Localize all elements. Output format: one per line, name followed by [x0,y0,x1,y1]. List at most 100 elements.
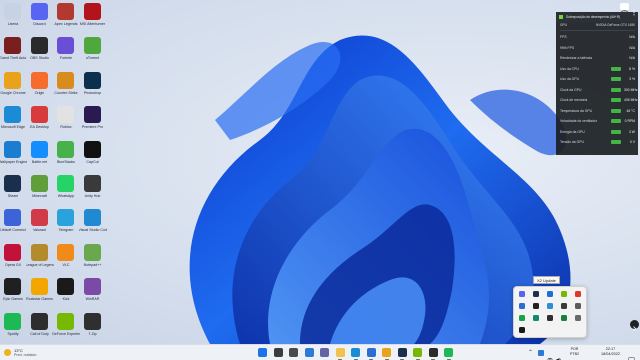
nvidia-icon[interactable] [413,348,422,357]
desktop-icon-image [57,37,74,55]
taskbar-clock[interactable]: 22:17 18/04/2022 [601,347,620,357]
app-tray-icon-6[interactable] [519,327,525,333]
perf-metric-label: Energia da GPU [560,129,585,134]
performance-overlay[interactable]: Sobreposição de desempenho (Alt+R) GPU N… [556,12,638,155]
record-icon[interactable] [575,291,581,297]
desktop-icon[interactable]: Kick [53,277,79,315]
desktop-icon[interactable]: Unity Hub [80,174,106,212]
desktop-icon[interactable]: Roblox [53,105,79,143]
desktop-icon[interactable]: Rockstar Games [26,277,53,315]
desktop-icon[interactable]: Ubisoft Connect [0,208,26,246]
start-icon[interactable] [258,348,267,357]
perf-metric-row: 99th FPS N/A [560,45,635,51]
perf-metric-row: Velocidade do ventilador 0 RPM [560,118,635,124]
desktop-icon-image [30,175,48,192]
app-tray-icon-5[interactable] [575,315,581,321]
desktop-icon[interactable]: Telegram [53,208,79,246]
desktop-icon[interactable]: Opera GX [0,243,26,281]
desktop-icon-image [4,278,21,296]
desktop-icon[interactable]: Photoshop [80,71,106,109]
desktop-icon-image [30,278,48,296]
desktop-icon-image [57,71,74,89]
desktop-icon[interactable]: Wallpaper Engine [0,140,27,178]
widgets-icon[interactable] [304,348,314,357]
search-icon[interactable] [273,348,283,357]
desktop-icon[interactable]: CapCut [80,140,106,178]
desktop-icon[interactable]: MSI Afterburner [80,2,106,40]
desktop-icon[interactable]: Apex Legends [53,2,79,40]
desktop-icon-image [4,209,21,227]
desktop-icon[interactable]: WinRAR [80,277,106,315]
app-tray-icon-1[interactable] [519,315,525,321]
desktop-icon[interactable]: Microsoft Edge [0,105,26,143]
desktop-icon[interactable]: Counter-Strike [53,71,79,109]
overlay-visibility-eye-icon[interactable] [620,3,629,15]
desktop-icon[interactable]: Fortnite [53,36,79,74]
desktop-icon-label: 7-Zip [88,331,97,336]
nvidia-tray-icon[interactable] [561,291,567,297]
input-language-indicator[interactable]: POR PTB2 [570,347,579,357]
desktop-icon[interactable]: EA Desktop [27,105,53,143]
desktop-icon[interactable]: Battle.net [27,140,53,178]
desktop-icon-label: VLC [62,262,70,267]
desktop-icon[interactable]: Lixeira [0,2,26,40]
weather-widget[interactable]: 13°C Pred. nublado [4,347,64,359]
desktop-icon[interactable]: VLC [53,243,79,281]
app-tray-icon-3[interactable] [547,315,553,321]
file-explorer-icon[interactable] [335,348,345,357]
edge-icon[interactable] [351,348,360,357]
bluetooth-icon[interactable] [547,291,553,297]
desktop-icon[interactable]: Premiere Pro [80,105,106,143]
desktop-icon[interactable]: Epic Games [0,277,26,315]
desktop-icon[interactable]: Minecraft [27,174,53,212]
task-view-icon[interactable] [289,348,298,357]
wifi-icon[interactable] [547,350,553,360]
desktop-icon[interactable]: Valorant [27,208,53,246]
overlay-more-menu-icon[interactable] [631,3,637,16]
show-hidden-icons-chevron-icon[interactable]: ⌃ [528,349,533,356]
desktop-icon-image [4,140,21,158]
desktop-icon-label: uTorrent [85,56,100,61]
desktop-icon[interactable]: Steam [0,174,26,212]
notifications-icon[interactable] [628,350,635,360]
onedrive-icon[interactable] [538,350,544,356]
gpu-info-row: GPU NVIDIA GeForce GTX 1650 [560,23,635,27]
desktop-icon[interactable]: Discord [27,2,53,40]
desktop-icon[interactable]: uTorrent [80,36,106,74]
desktop-icon[interactable]: League of Legends [26,243,54,281]
desktop-icon[interactable]: Origin [27,71,53,109]
desktop-icon[interactable]: Visual Studio Code [79,208,107,246]
desktop-icon[interactable]: Notepad++ [80,243,106,281]
discord-icon[interactable] [519,291,525,297]
store-icon[interactable] [366,348,376,357]
driver-tray-icon[interactable] [561,303,567,309]
terminal-icon[interactable] [428,348,438,357]
show-more-corner-button[interactable] [630,320,639,331]
desktop-icon[interactable]: BlueStacks [53,140,79,178]
desktop-icon-image [83,71,101,89]
epic-tray-icon[interactable] [533,303,539,309]
perf-metric-label: Clock de memória [560,98,588,102]
spotify-icon[interactable] [444,348,453,357]
chrome-icon[interactable] [382,348,391,357]
desktop-icon-image [4,243,21,261]
network-tray-icon[interactable] [547,303,553,309]
volume-icon[interactable] [556,350,562,360]
desktop-icon-image [4,37,21,55]
desktop-icon[interactable]: Grand Theft Auto V [0,36,27,74]
desktop-icon[interactable]: Google Chrome [0,71,26,109]
perf-metric-graph [611,108,621,113]
desktop-icon-label: Kick [62,297,70,302]
steam-icon[interactable] [397,348,407,357]
update-tray-icon[interactable] [575,303,581,309]
desktop-icon-label: Ubisoft Connect [0,228,26,233]
security-icon[interactable] [519,303,525,309]
app-tray-icon-4[interactable] [561,315,567,321]
chat-icon[interactable] [320,348,329,357]
desktop-icon[interactable]: WhatsApp [53,174,79,212]
steam-tray-icon[interactable] [533,291,539,297]
perf-metric-row: Clock de memória 405 MHz [560,97,638,103]
desktop-icon-image [30,106,48,124]
desktop-icon[interactable]: OBS Studio [27,36,53,74]
app-tray-icon-2[interactable] [533,315,539,321]
